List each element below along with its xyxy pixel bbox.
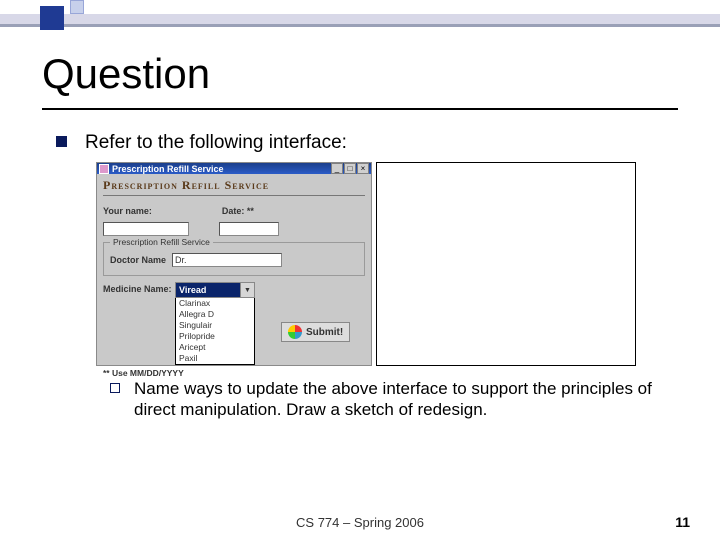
name-date-inputs: [103, 220, 365, 238]
heading-rule: [103, 195, 365, 196]
your-name-input[interactable]: [103, 222, 189, 236]
chevron-down-icon[interactable]: ▼: [241, 282, 255, 298]
sub-bullet-row: Name ways to update the above interface …: [110, 378, 670, 421]
slide-title: Question: [42, 50, 210, 98]
your-name-label: Your name:: [103, 206, 152, 216]
date-format-hint: ** Use MM/DD/YYYY: [103, 365, 365, 378]
submit-button[interactable]: Submit!: [281, 322, 350, 342]
slide: Question Refer to the following interfac…: [0, 0, 720, 540]
title-rule: [42, 108, 678, 110]
medicine-option[interactable]: Allegra D: [176, 309, 254, 320]
medicine-col: Viread ▼ Clarinax Allegra D Singulair Pr…: [175, 282, 255, 365]
date-label: Date: **: [222, 206, 254, 216]
medicine-option[interactable]: Clarinax: [176, 298, 254, 309]
window-titlebar: Prescription Refill Service _ □ ×: [97, 163, 371, 174]
blank-panel: [376, 162, 636, 366]
medicine-option[interactable]: Singulair: [176, 320, 254, 331]
page-number: 11: [675, 514, 690, 530]
embedded-interface: Prescription Refill Service _ □ × Prescr…: [96, 162, 636, 366]
titlebar-left: Prescription Refill Service: [99, 164, 224, 174]
doctor-row: Doctor Name Dr.: [110, 251, 358, 269]
app-heading: Prescription Refill Service: [97, 174, 371, 198]
window-title: Prescription Refill Service: [112, 164, 224, 174]
minimize-button[interactable]: _: [331, 163, 343, 174]
medicine-label: Medicine Name:: [103, 282, 175, 294]
footer-text: CS 774 – Spring 2006: [0, 515, 720, 530]
medicine-option[interactable]: Prilopride: [176, 331, 254, 342]
submit-label: Submit!: [306, 327, 343, 338]
header-decoration: [0, 0, 720, 30]
date-input[interactable]: [219, 222, 279, 236]
app-heading-text: Prescription Refill Service: [103, 178, 269, 192]
decoration-strip-dark: [0, 24, 720, 27]
sub-bullet-icon: [110, 383, 120, 393]
groupbox-legend: Prescription Refill Service: [110, 237, 213, 247]
sub-bullet-text: Name ways to update the above interface …: [134, 378, 670, 421]
maximize-button[interactable]: □: [344, 163, 356, 174]
app-window: Prescription Refill Service _ □ × Prescr…: [96, 162, 372, 366]
medicine-option[interactable]: Paxil: [176, 353, 254, 364]
close-button[interactable]: ×: [357, 163, 369, 174]
medicine-selected: Viread: [175, 282, 241, 298]
doctor-input[interactable]: Dr.: [172, 253, 282, 267]
submit-icon: [288, 325, 302, 339]
name-date-row: Your name: Date: **: [103, 202, 365, 220]
bullet-icon: [56, 136, 67, 147]
submit-wrap: Submit!: [281, 322, 350, 342]
bullet-text: Refer to the following interface:: [85, 132, 347, 154]
bullet-row: Refer to the following interface:: [56, 132, 347, 154]
refill-groupbox: Prescription Refill Service Doctor Name …: [103, 242, 365, 276]
doctor-label: Doctor Name: [110, 255, 172, 265]
decoration-square-large: [40, 6, 64, 30]
decoration-strip-light: [0, 14, 720, 24]
decoration-square-small: [70, 0, 84, 14]
medicine-row: Medicine Name: Viread ▼ Clarinax Allegra…: [103, 282, 365, 365]
form-body: Your name: Date: ** Prescription Refill …: [97, 198, 371, 382]
medicine-dropdown-list[interactable]: Clarinax Allegra D Singulair Prilopride …: [175, 297, 255, 365]
window-icon: [99, 164, 109, 174]
doctor-prefix: Dr.: [175, 255, 187, 265]
medicine-option[interactable]: Aricept: [176, 342, 254, 353]
medicine-dropdown[interactable]: Viread ▼: [175, 282, 255, 298]
window-buttons: _ □ ×: [331, 163, 369, 174]
